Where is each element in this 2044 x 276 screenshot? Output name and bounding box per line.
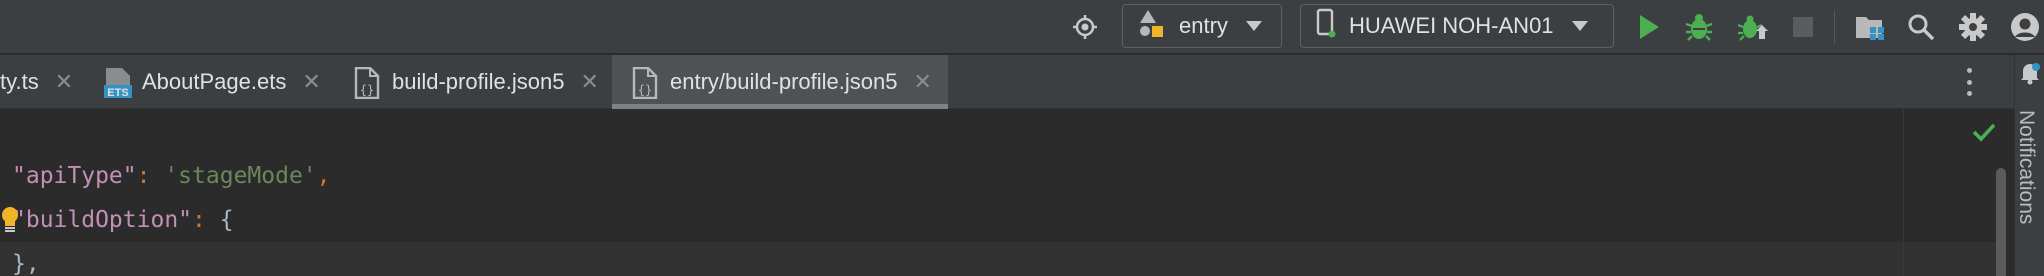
search-icon[interactable] <box>1904 10 1938 44</box>
json-file-icon: {} <box>354 66 380 100</box>
project-structure-icon[interactable] <box>1852 10 1888 44</box>
module-shapes-icon <box>1137 8 1167 44</box>
json-file-icon: {} <box>632 66 658 100</box>
ets-badge-text: ETS <box>107 87 128 99</box>
attach-debugger-icon[interactable] <box>1736 10 1770 44</box>
tab-label: AboutPage.ets <box>142 69 287 94</box>
tab-overflow-menu-icon[interactable] <box>1964 68 1974 96</box>
phone-icon <box>1315 8 1337 44</box>
json-colon: : <box>136 163 165 189</box>
json-brace: }, <box>12 251 40 276</box>
tab-label: entry/build-profile.json5 <box>670 69 898 94</box>
module-select-label: entry <box>1179 13 1228 38</box>
svg-text:{}: {} <box>638 83 652 97</box>
device-select-label: HUAWEI NOH-AN01 <box>1349 13 1554 38</box>
module-select[interactable]: entry <box>1122 4 1282 48</box>
no-problems-check-icon[interactable] <box>1972 122 1996 147</box>
stop-icon[interactable] <box>1786 10 1820 44</box>
locate-icon[interactable] <box>1068 10 1102 44</box>
code-line: "buildOption": { <box>12 198 234 242</box>
close-icon[interactable]: ✕ <box>55 69 73 95</box>
device-select[interactable]: HUAWEI NOH-AN01 <box>1300 4 1614 48</box>
right-margin-guide <box>1903 110 1904 276</box>
tab-label: ty.ts <box>0 69 39 94</box>
code-editor[interactable]: "apiType": 'stageMode', "buildOption": {… <box>0 110 2014 276</box>
json-comma: , <box>316 163 331 189</box>
settings-icon[interactable] <box>1956 10 1990 44</box>
ets-file-icon: ETS <box>104 67 132 99</box>
json-key: "apiType" <box>12 163 137 189</box>
json-key: "buildOption" <box>12 207 193 233</box>
svg-text:{}: {} <box>360 83 374 97</box>
intention-bulb-icon[interactable] <box>0 206 20 239</box>
notifications-panel-label[interactable]: Notifications <box>2014 110 2038 224</box>
code-line: "apiType": 'stageMode', <box>12 154 331 198</box>
close-icon[interactable]: ✕ <box>302 69 320 95</box>
toolbar-separator <box>1834 10 1835 44</box>
editor-tab-bar: ty.ts ✕ ETS AboutPage.ets ✕ {} build-pro… <box>0 55 2014 109</box>
vertical-scrollbar[interactable] <box>1996 168 2006 276</box>
tab-entry-build-profile[interactable]: {} entry/build-profile.json5 ✕ <box>612 55 948 109</box>
json-brace: { <box>219 207 234 233</box>
debug-icon[interactable] <box>1682 10 1716 44</box>
code-line-current: }, <box>0 242 2000 276</box>
json-string: 'stageMode' <box>164 163 317 189</box>
json-colon: : <box>192 207 220 233</box>
close-icon[interactable]: ✕ <box>580 69 598 95</box>
account-icon[interactable] <box>2008 10 2042 44</box>
main-toolbar: entry HUAWEI NOH-AN01 <box>0 0 2044 54</box>
bell-icon[interactable] <box>2019 61 2041 90</box>
chevron-down-icon <box>1571 21 1588 31</box>
chevron-down-icon <box>1245 21 1262 31</box>
close-icon[interactable]: ✕ <box>913 69 931 95</box>
tab-build-profile[interactable]: {} build-profile.json5 ✕ <box>354 55 602 109</box>
tab-about-page[interactable]: ETS AboutPage.ets ✕ <box>104 55 334 109</box>
tab-ty-ts[interactable]: ty.ts ✕ <box>0 55 84 109</box>
run-icon[interactable] <box>1632 10 1666 44</box>
tab-label: build-profile.json5 <box>392 69 565 94</box>
